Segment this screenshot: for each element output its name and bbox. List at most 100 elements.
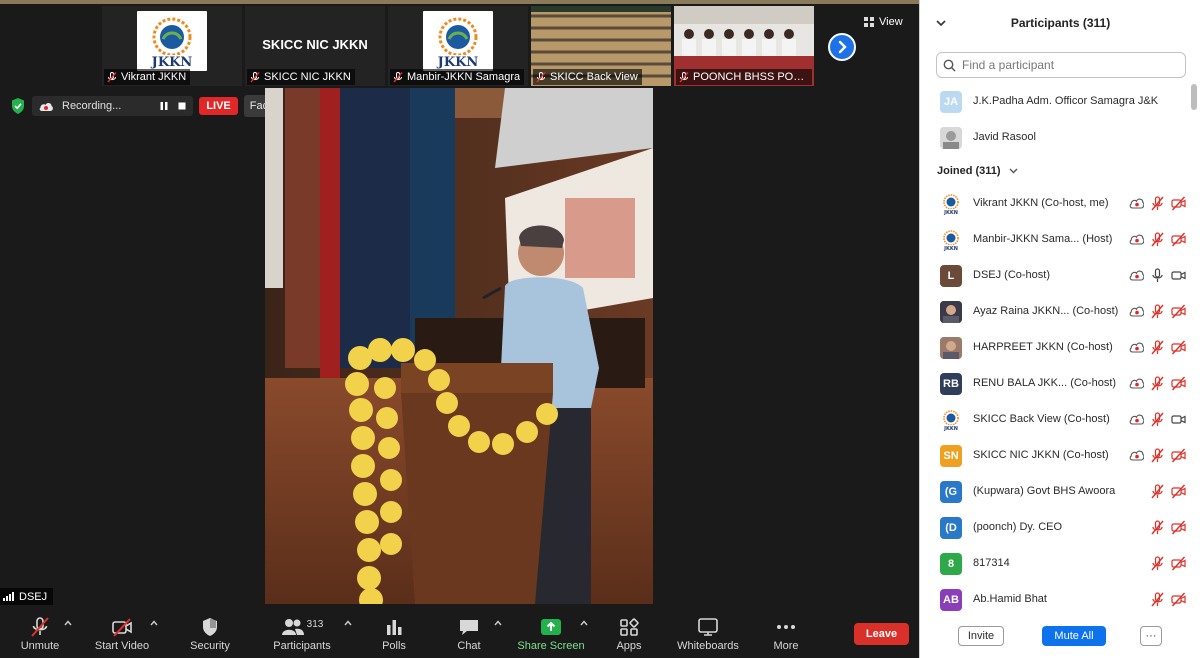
video-off-icon[interactable] [1171, 340, 1186, 355]
participant-name: SKICC Back View (Co-host) [973, 413, 1110, 425]
share-screen-button[interactable]: Share Screen [517, 616, 585, 656]
thumbnail-name-tag: SKICC NIC JKKN [247, 69, 355, 85]
video-options-caret-icon[interactable] [150, 620, 158, 626]
participant-row[interactable]: JKKN SKICC Back View (Co-host) [920, 402, 1190, 438]
participant-row[interactable]: 8 817314 [920, 546, 1190, 582]
unmute-button[interactable]: Unmute [16, 616, 64, 656]
scrollbar-thumb[interactable] [1191, 84, 1197, 110]
video-icon[interactable] [1171, 268, 1186, 283]
participant-row[interactable]: AB Ab.Hamid Bhat [920, 582, 1190, 616]
mic-muted-icon[interactable] [1150, 196, 1165, 211]
video-thumbnail[interactable]: SKICC NIC JKKN SKICC NIC JKKN [245, 6, 385, 86]
avatar: JA [940, 91, 962, 113]
participant-list-scrollbar[interactable] [1191, 84, 1197, 616]
mic-muted-icon[interactable] [1150, 376, 1165, 391]
apps-button[interactable]: Apps [612, 616, 646, 656]
video-icon[interactable] [1171, 412, 1186, 427]
video-off-icon[interactable] [1171, 520, 1186, 535]
mute-all-button[interactable]: Mute All [1042, 626, 1106, 646]
pause-recording-icon[interactable] [159, 101, 169, 111]
mic-muted-icon[interactable] [1150, 340, 1165, 355]
mic-muted-icon[interactable] [1150, 520, 1165, 535]
chat-options-caret-icon[interactable] [494, 620, 502, 626]
video-thumbnail[interactable]: SKICC Back View [531, 6, 671, 86]
avatar: RB [940, 373, 962, 395]
more-button[interactable]: More [770, 616, 802, 656]
mic-icon[interactable] [1150, 268, 1165, 283]
mic-muted-icon[interactable] [1150, 592, 1165, 607]
apps-label: Apps [616, 640, 642, 652]
video-off-icon[interactable] [1171, 592, 1186, 607]
mic-muted-icon [250, 71, 260, 82]
mic-muted-icon[interactable] [1150, 412, 1165, 427]
security-button[interactable]: Security [186, 616, 234, 656]
participant-row[interactable]: RB RENU BALA JKK... (Co-host) [920, 366, 1190, 402]
mic-muted-icon[interactable] [1150, 448, 1165, 463]
participant-row[interactable]: SN SKICC NIC JKKN (Co-host) [920, 438, 1190, 474]
participant-row[interactable]: L DSEJ (Co-host) [920, 258, 1190, 294]
video-off-icon[interactable] [1171, 232, 1186, 247]
video-off-icon[interactable] [1171, 304, 1186, 319]
mic-muted-icon[interactable] [1150, 304, 1165, 319]
polls-button[interactable]: Polls [376, 616, 412, 656]
panel-title: Participants (311) [1010, 16, 1111, 30]
participant-row[interactable]: JA J.K.Padha Adm. Officor Samagra J&K [920, 84, 1190, 120]
participant-row[interactable]: (G (Kupwara) Govt BHS Awoora [920, 474, 1190, 510]
start-video-button[interactable]: Start Video [94, 616, 150, 656]
speaker-video-frame [265, 88, 653, 604]
leave-button[interactable]: Leave [854, 623, 909, 645]
video-off-icon[interactable] [1171, 556, 1186, 571]
mic-muted-icon[interactable] [1150, 556, 1165, 571]
whiteboards-label: Whiteboards [677, 640, 739, 652]
view-button[interactable]: View [864, 13, 903, 31]
participant-status-icons [1129, 340, 1186, 355]
share-screen-icon [541, 619, 561, 635]
panel-footer: Invite Mute All ··· [920, 622, 1200, 650]
mic-muted-icon[interactable] [1150, 484, 1165, 499]
video-off-icon[interactable] [1171, 448, 1186, 463]
svg-text:JKKN: JKKN [151, 55, 193, 70]
chat-button[interactable]: Chat [452, 616, 486, 656]
joined-section-header[interactable]: Joined (311) [920, 156, 1190, 186]
invite-button[interactable]: Invite [958, 626, 1004, 646]
speaker-name: DSEJ [19, 590, 48, 603]
live-badge[interactable]: LIVE [199, 97, 238, 115]
participant-row[interactable]: Ayaz Raina JKKN... (Co-host) [920, 294, 1190, 330]
apps-icon [620, 618, 639, 636]
participants-button[interactable]: 313 Participants [272, 616, 332, 656]
audio-options-caret-icon[interactable] [64, 620, 72, 626]
encryption-shield-icon[interactable] [10, 97, 26, 115]
thumbnail-name-tag: Manbir-JKKN Samagra [390, 69, 525, 85]
participant-row[interactable]: JKKN Vikrant JKKN (Co-host, me) [920, 186, 1190, 222]
chat-label: Chat [457, 640, 481, 652]
participant-name: 817314 [973, 557, 1010, 569]
participant-row[interactable]: HARPREET JKKN (Co-host) [920, 330, 1190, 366]
participants-options-caret-icon[interactable] [344, 620, 352, 626]
video-off-icon[interactable] [1171, 376, 1186, 391]
video-off-icon[interactable] [1171, 196, 1186, 211]
video-thumbnail[interactable]: JKKN Vikrant JKKN [102, 6, 242, 86]
search-input[interactable] [962, 58, 1172, 72]
share-options-caret-icon[interactable] [580, 620, 588, 626]
thumbnail-name: Manbir-JKKN Samagra [407, 71, 521, 83]
thumbnail-name-tag: POONCH BHSS POO... [676, 69, 812, 85]
video-thumbnail[interactable]: JKKN Manbir-JKKN Samagra [388, 6, 528, 86]
chevron-right-icon [838, 40, 847, 54]
mic-muted-icon [107, 71, 117, 82]
avatar-initials: RB [943, 378, 959, 390]
grid-icon [864, 17, 874, 27]
video-off-icon[interactable] [1171, 484, 1186, 499]
stop-recording-icon[interactable] [177, 101, 187, 111]
recording-permission-icon [1129, 450, 1144, 461]
participant-status-icons [1150, 592, 1186, 607]
participant-row[interactable]: Javid Rasool [920, 120, 1190, 156]
panel-more-button[interactable]: ··· [1140, 626, 1162, 646]
video-thumbnail[interactable]: POONCH BHSS POO... [674, 6, 814, 86]
mic-muted-icon[interactable] [1150, 232, 1165, 247]
thumbnail-name: SKICC Back View [550, 71, 638, 83]
next-page-button[interactable] [828, 33, 856, 61]
participant-row[interactable]: (D (poonch) Dy. CEO [920, 510, 1190, 546]
whiteboards-button[interactable]: Whiteboards [676, 616, 740, 656]
participant-search[interactable] [936, 52, 1186, 78]
participant-row[interactable]: JKKN Manbir-JKKN Sama... (Host) [920, 222, 1190, 258]
